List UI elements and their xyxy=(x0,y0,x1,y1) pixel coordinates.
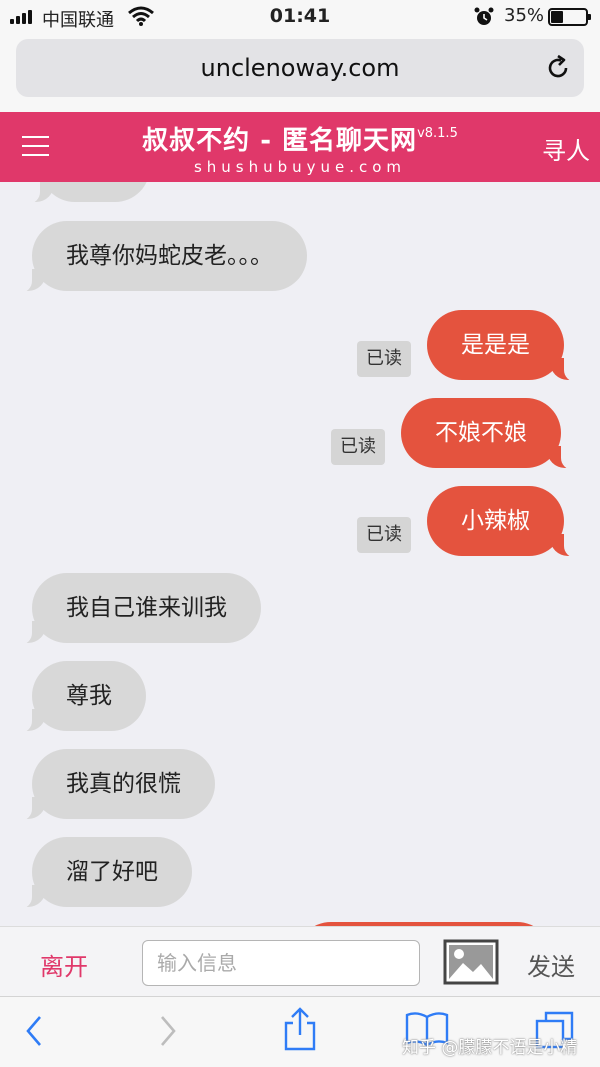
find-person-button[interactable]: 寻人 xyxy=(542,131,590,166)
message-bubble-outgoing: 小辣椒 xyxy=(427,486,582,558)
message-input[interactable] xyxy=(142,940,420,986)
read-receipt-badge: 已读 xyxy=(357,341,411,377)
leave-button[interactable]: 离开 xyxy=(40,947,88,982)
chat-messages[interactable]: 我尊你妈蛇皮老。。。 已读 是是是 已读 不娘不娘 已读 小辣椒 我自己谁来训我… xyxy=(0,182,600,926)
site-title: 叔叔不约 - 匿名聊天网v8.1.5 xyxy=(0,120,600,157)
status-bar: 中国联通 01:41 35% xyxy=(0,0,600,34)
share-icon[interactable] xyxy=(282,1007,318,1055)
message-bubble-incoming: 我真的很慌 xyxy=(14,749,215,821)
battery-percent: 35% xyxy=(504,5,545,26)
message-bubble-outgoing: 不娘不娘 xyxy=(401,398,579,470)
address-bar[interactable]: unclenoway.com xyxy=(16,39,584,97)
watermark: 知乎 @朦朦不语是小精 xyxy=(402,1038,578,1058)
message-bubble-outgoing: 是是是 xyxy=(427,310,582,382)
read-receipt-badge: 已读 xyxy=(357,517,411,553)
send-button[interactable]: 发送 xyxy=(527,947,575,982)
back-icon[interactable] xyxy=(22,1013,46,1053)
forward-icon[interactable] xyxy=(156,1013,180,1053)
image-upload-icon[interactable] xyxy=(443,939,499,985)
browser-address-area: unclenoway.com xyxy=(0,34,600,112)
message-bubble-incoming: 尊我 xyxy=(14,661,146,733)
reload-icon[interactable] xyxy=(544,54,572,86)
url-text[interactable]: unclenoway.com xyxy=(16,54,584,82)
app-header: 叔叔不约 - 匿名聊天网v8.1.5 shushubuyue.com 寻人 xyxy=(0,112,600,182)
alarm-icon xyxy=(474,7,494,31)
site-title-text: 叔叔不约 - 匿名聊天网 xyxy=(142,126,418,156)
read-receipt-badge: 已读 xyxy=(331,429,385,465)
message-bubble-incoming: 溜了好吧 xyxy=(14,837,192,909)
message-input-bar: 离开 发送 xyxy=(0,926,600,996)
site-domain: shushubuyue.com xyxy=(193,158,407,176)
site-version: v8.1.5 xyxy=(417,126,458,141)
battery-icon xyxy=(548,8,591,26)
message-bubble-incoming: 我自己谁来训我 xyxy=(14,573,261,645)
message-bubble-partial xyxy=(22,182,150,204)
message-bubble-incoming: 我尊你妈蛇皮老。。。 xyxy=(14,221,307,293)
